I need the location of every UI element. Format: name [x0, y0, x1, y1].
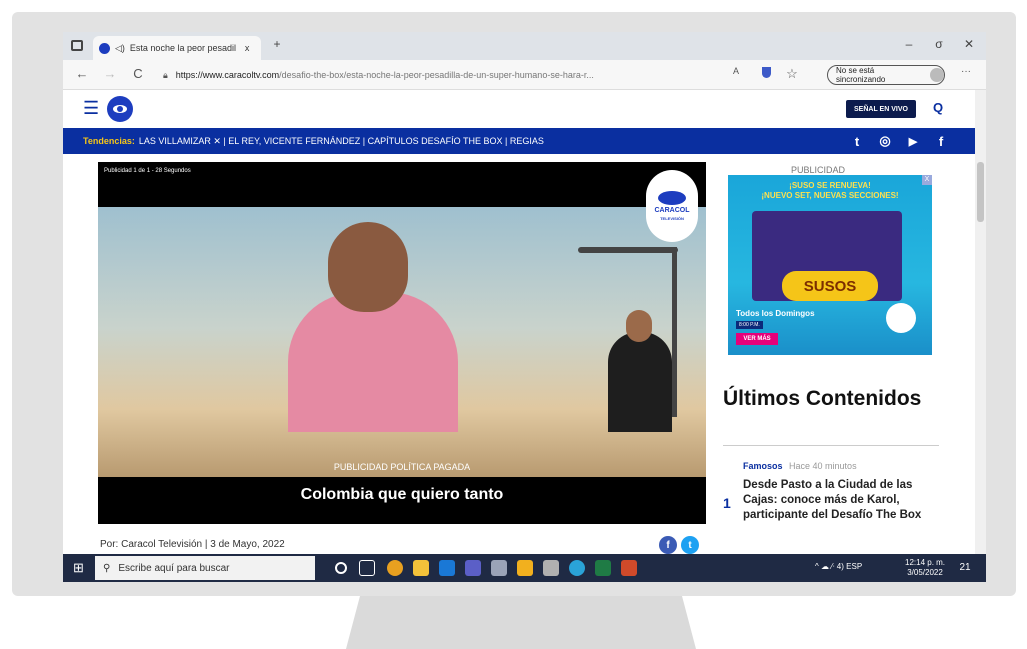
back-icon[interactable]: ←	[73, 66, 91, 81]
share-twitter-icon[interactable]: t	[681, 536, 699, 554]
more-menu-icon[interactable]: ···	[957, 66, 975, 77]
new-tab-button[interactable]: +	[267, 37, 287, 51]
refresh-icon[interactable]: C	[129, 66, 147, 81]
hamburger-menu-icon[interactable]: ☰	[83, 98, 99, 119]
trends-links[interactable]: LAS VILLAMIZAR ✕ | EL REY, VICENTE FERNÁ…	[139, 136, 544, 147]
street-lamp-pole	[672, 247, 677, 417]
tab-actions-icon[interactable]	[71, 40, 83, 51]
screen: ◁) Esta noche la peor pesadil x + – σ ✕ …	[63, 32, 986, 582]
minimize-button[interactable]: –	[899, 37, 919, 51]
task-view-icon[interactable]	[359, 560, 375, 576]
outlook-icon[interactable]	[439, 560, 455, 576]
street-lamp	[578, 247, 678, 253]
browser-tab-strip: ◁) Esta noche la peor pesadil x + – σ ✕	[63, 32, 986, 60]
url-path: /desafio-the-box/esta-noche-la-peor-pesa…	[279, 70, 594, 80]
news-rank-number: 1	[723, 495, 731, 511]
caracol-tv-badge: CARACOL TELEVISIÓN	[646, 170, 698, 242]
audio-icon[interactable]: ◁)	[115, 43, 125, 54]
news-category[interactable]: Famosos	[743, 461, 783, 471]
cortana-icon[interactable]	[335, 562, 347, 574]
trends-label: Tendencias:	[83, 136, 135, 146]
tab-title: Esta noche la peor pesadil	[129, 43, 236, 53]
person-figure	[288, 292, 458, 432]
ad-show-title: SUSOS	[782, 271, 878, 301]
browser-tab[interactable]: ◁) Esta noche la peor pesadil x	[93, 36, 261, 60]
badge-line-1: CARACOL	[654, 207, 690, 214]
powerpoint-icon[interactable]	[621, 560, 637, 576]
facebook-icon[interactable]: f	[931, 131, 951, 151]
ad-schedule: Todos los Domingos	[736, 309, 815, 318]
teams-icon[interactable]	[465, 560, 481, 576]
video-caption: Colombia que quiero tanto	[300, 486, 504, 503]
ad-caracol-logo	[886, 303, 916, 333]
share-facebook-icon[interactable]: f	[659, 536, 677, 554]
clock-time: 12:14 p. m.	[905, 558, 946, 567]
photos-icon[interactable]	[543, 560, 559, 576]
page-scrollbar[interactable]	[975, 90, 986, 554]
scrollbar-thumb[interactable]	[977, 162, 984, 222]
search-icon[interactable]: Q	[933, 100, 943, 115]
ad-headline: ¡SUSO SE RENUEVA! ¡NUEVO SET, NUEVAS SEC…	[728, 181, 932, 201]
video-player[interactable]: Publicidad 1 de 1 - 28 Segundos CARACOL …	[98, 162, 706, 524]
lock-icon: 🔒︎	[163, 69, 168, 80]
caracol-eye-icon	[658, 191, 686, 205]
windows-taskbar: ⊞ ⚲ Escribe aquí para buscar ^ ☁ ⁄ᐧ 4) E…	[63, 554, 986, 582]
ad-headline-line-1: ¡SUSO SE RENUEVA!	[789, 181, 871, 190]
search-icon: ⚲	[103, 562, 111, 574]
favicon-icon	[99, 42, 110, 54]
address-bar-row: ← → C 🔒︎ https://www.caracoltv.com /desa…	[63, 60, 986, 90]
article-byline: Por: Caracol Televisión | 3 de Mayo, 202…	[100, 539, 285, 550]
ad-headline-line-2: ¡NUEVO SET, NUEVAS SECCIONES!	[761, 191, 899, 200]
app-icon[interactable]	[491, 560, 507, 576]
interpreter-head	[626, 310, 652, 342]
sync-status-button[interactable]: No se está sincronizando	[827, 65, 945, 85]
divider	[723, 445, 939, 446]
clock-date: 3/05/2022	[907, 568, 943, 577]
ad-close-icon[interactable]: X	[922, 175, 932, 185]
ad-time: 8:00 P.M.	[736, 321, 763, 329]
political-ad-label: PUBLICIDAD POLÍTICA PAGADA	[333, 462, 471, 472]
notifications-icon[interactable]: 21	[956, 559, 974, 577]
system-tray[interactable]: ^ ☁ ⁄ᐧ 4) ESP	[815, 562, 862, 571]
file-explorer-icon[interactable]	[413, 560, 429, 576]
windows-start-icon[interactable]: ⊞	[73, 561, 87, 575]
latest-content-heading: Últimos Contenidos	[723, 387, 922, 410]
twitter-icon[interactable]: t	[847, 131, 867, 151]
caracol-logo[interactable]	[107, 96, 133, 122]
person-head	[328, 222, 408, 312]
sticky-notes-icon[interactable]	[517, 560, 533, 576]
url-field[interactable]: 🔒︎ https://www.caracoltv.com /desafio-th…	[163, 64, 723, 86]
read-aloud-icon[interactable]: A	[727, 66, 745, 76]
news-headline-link[interactable]: Desde Pasto a la Ciudad de las Cajas: co…	[743, 478, 943, 523]
site-header: ☰ SEÑAL EN VIVO Q	[63, 90, 986, 128]
url-domain: https://www.caracoltv.com	[175, 70, 280, 80]
excel-icon[interactable]	[595, 560, 611, 576]
news-meta: Famosos Hace 40 minutos	[743, 461, 857, 471]
taskbar-clock[interactable]: 12:14 p. m. 3/05/2022	[905, 558, 945, 578]
badge-line-2: TELEVISIÓN	[660, 216, 684, 221]
taskbar-search-placeholder: Escribe aquí para buscar	[118, 562, 230, 574]
youtube-icon[interactable]: ▶	[903, 131, 923, 151]
video-ad-label: Publicidad 1 de 1 - 28 Segundos	[104, 168, 191, 174]
extension-icon[interactable]: ☆	[783, 66, 801, 82]
instagram-icon[interactable]: ◎	[875, 131, 895, 151]
forward-icon[interactable]: →	[101, 66, 119, 81]
taskbar-search-box[interactable]: ⚲ Escribe aquí para buscar	[95, 556, 315, 580]
monitor-stand	[346, 596, 696, 649]
chrome-icon[interactable]	[387, 560, 403, 576]
edge-icon[interactable]	[569, 560, 585, 576]
ad-banner[interactable]: ¡SUSO SE RENUEVA! ¡NUEVO SET, NUEVAS SEC…	[728, 175, 932, 355]
profile-avatar-icon	[930, 68, 944, 82]
news-time: Hace 40 minutos	[789, 461, 857, 471]
live-signal-button[interactable]: SEÑAL EN VIVO	[846, 100, 916, 118]
extension-shield-icon[interactable]	[757, 66, 775, 81]
close-window-button[interactable]: ✕	[959, 37, 979, 51]
ad-see-more-button[interactable]: VER MÁS	[736, 333, 778, 345]
advertising-label: PUBLICIDAD	[791, 165, 846, 175]
sign-language-interpreter	[608, 332, 672, 432]
restore-button[interactable]: σ	[929, 37, 949, 51]
sync-status-text: No se está sincronizando	[836, 66, 886, 84]
tab-close-button[interactable]: x	[245, 43, 250, 53]
